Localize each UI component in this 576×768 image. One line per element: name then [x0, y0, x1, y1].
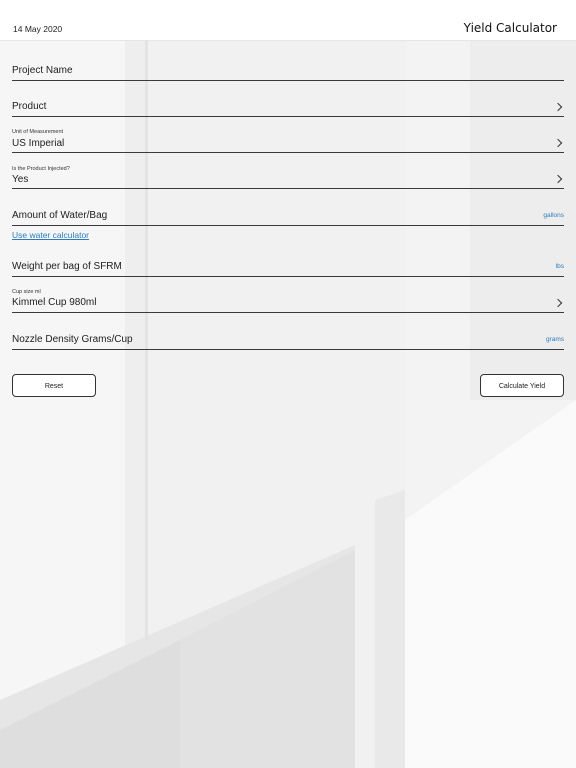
nozzle-density-label: Nozzle Density Grams/Cup — [12, 334, 133, 345]
product-injected-field[interactable]: Is the Product Injected? Yes — [12, 164, 564, 189]
product-injected-label: Is the Product Injected? — [12, 166, 70, 172]
weight-per-bag-label: Weight per bag of SFRM — [12, 261, 122, 272]
calculate-yield-button[interactable]: Calculate Yield — [480, 374, 564, 397]
project-name-label: Project Name — [12, 65, 73, 76]
header-bar: 14 May 2020 Yield Calculator — [0, 0, 576, 41]
cup-size-label: Cup size ml — [12, 289, 41, 295]
header-date: 14 May 2020 — [13, 24, 63, 34]
amount-water-field[interactable]: Amount of Water/Bag gallons — [12, 204, 564, 226]
product-injected-value: Yes — [12, 174, 29, 185]
water-calculator-link[interactable]: Use water calculator — [12, 230, 89, 240]
unit-of-measurement-label: Unit of Measurement — [12, 129, 64, 135]
product-field[interactable]: Product — [12, 95, 564, 117]
product-label: Product — [12, 101, 47, 112]
amount-water-unit: gallons — [543, 212, 564, 219]
chevron-right-icon — [553, 174, 563, 184]
nozzle-density-unit: grams — [545, 336, 564, 343]
cup-size-value: Kimmel Cup 980ml — [12, 297, 97, 308]
page-title: Yield Calculator — [463, 21, 557, 35]
unit-of-measurement-value: US Imperial — [12, 138, 65, 149]
cup-size-field[interactable]: Cup size ml Kimmel Cup 980ml — [12, 288, 564, 313]
chevron-right-icon — [553, 138, 563, 148]
reset-button[interactable]: Reset — [12, 374, 96, 397]
nozzle-density-field[interactable]: Nozzle Density Grams/Cup grams — [12, 328, 564, 350]
amount-water-label: Amount of Water/Bag — [12, 210, 108, 221]
chevron-right-icon — [553, 102, 563, 112]
chevron-right-icon — [553, 298, 563, 308]
weight-per-bag-field[interactable]: Weight per bag of SFRM lbs — [12, 255, 564, 277]
weight-per-bag-unit: lbs — [555, 263, 564, 270]
project-name-field[interactable]: Project Name — [12, 59, 564, 81]
unit-of-measurement-field[interactable]: Unit of Measurement US Imperial — [12, 128, 564, 153]
